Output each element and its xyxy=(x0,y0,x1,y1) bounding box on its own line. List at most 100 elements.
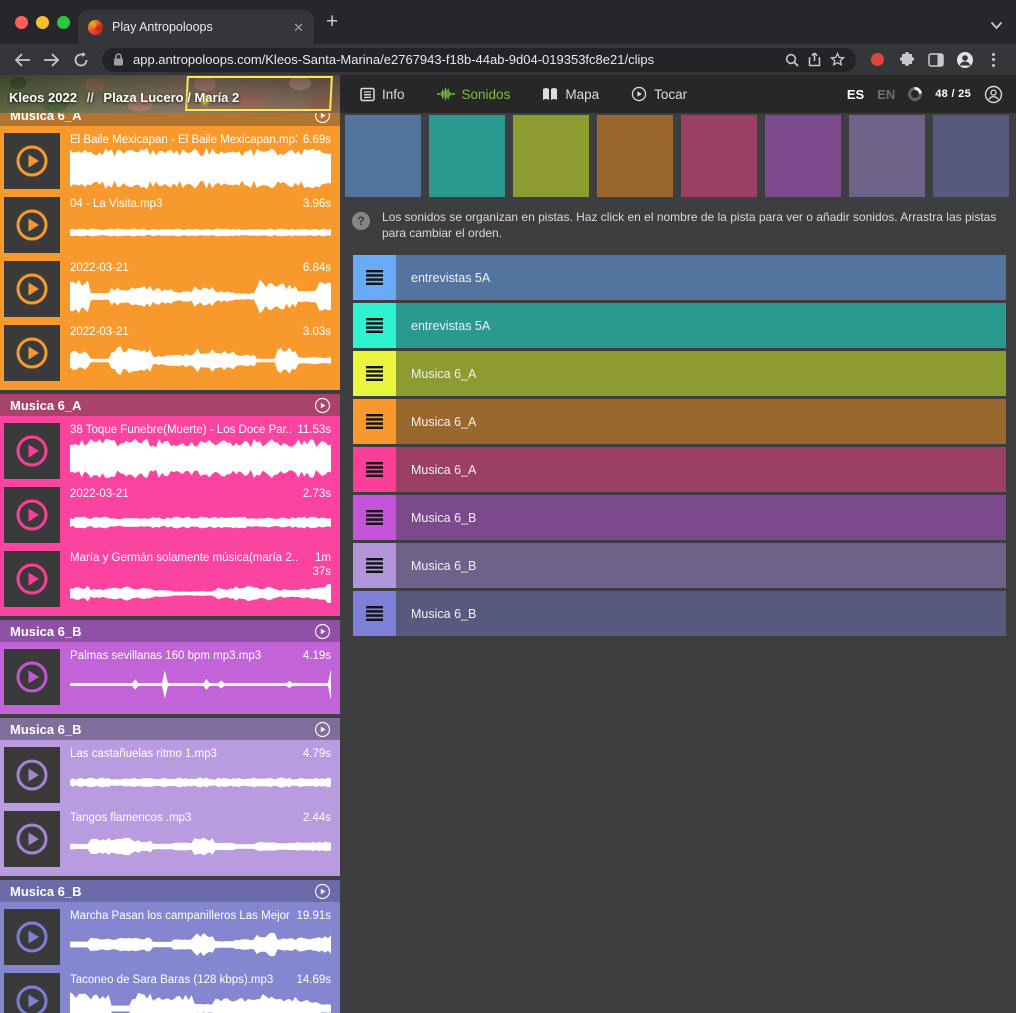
track-row[interactable]: Musica 6_B xyxy=(353,591,1006,636)
section-play-icon[interactable] xyxy=(314,113,331,124)
nav-tocar[interactable]: Tocar xyxy=(631,86,687,102)
waveform[interactable] xyxy=(70,501,331,544)
track-row[interactable]: Musica 6_A xyxy=(353,399,1006,444)
drag-handle[interactable] xyxy=(353,351,396,396)
waveform[interactable] xyxy=(70,761,331,804)
track-color-swatch[interactable] xyxy=(933,115,1009,197)
clip-play-button[interactable] xyxy=(4,811,60,867)
clip-play-button[interactable] xyxy=(4,487,60,543)
track-color-swatch[interactable] xyxy=(597,115,673,197)
drag-handle[interactable] xyxy=(353,399,396,444)
drag-handle[interactable] xyxy=(353,255,396,300)
track-color-swatch[interactable] xyxy=(345,115,421,197)
section-play-icon[interactable] xyxy=(314,721,331,738)
drag-handle[interactable] xyxy=(353,495,396,540)
clip-play-button[interactable] xyxy=(4,551,60,607)
track-row[interactable]: entrevistas 5A xyxy=(353,255,1006,300)
drag-handle[interactable] xyxy=(353,303,396,348)
breadcrumb-path[interactable]: Plaza Lucero / María 2 xyxy=(103,90,239,105)
waveform[interactable] xyxy=(70,147,331,190)
waveform[interactable] xyxy=(70,987,331,1013)
track-row[interactable]: entrevistas 5A xyxy=(353,303,1006,348)
track-color-swatch[interactable] xyxy=(513,115,589,197)
waveform[interactable] xyxy=(70,437,331,480)
track-row[interactable]: Musica 6_B xyxy=(353,495,1006,540)
clip-row: 2022-03-21 3.03s xyxy=(0,321,340,385)
sidebar-section: Musica 6_B Marcha Pasan los campanillero… xyxy=(0,880,340,1013)
clip-play-button[interactable] xyxy=(4,325,60,381)
browser-tab[interactable]: Play Antropoloops ✕ xyxy=(78,10,314,44)
clip-play-button[interactable] xyxy=(4,197,60,253)
track-bar[interactable]: entrevistas 5A xyxy=(396,255,1006,300)
extensions-puzzle-icon[interactable] xyxy=(893,47,920,73)
track-bar[interactable]: Musica 6_B xyxy=(396,591,1006,636)
track-color-swatch[interactable] xyxy=(429,115,505,197)
track-bar[interactable]: Musica 6_B xyxy=(396,543,1006,588)
section-play-icon[interactable] xyxy=(314,623,331,640)
nav-info[interactable]: Info xyxy=(360,87,405,102)
account-icon[interactable] xyxy=(984,85,1003,104)
map-thumbnail[interactable]: Kleos 2022 // Plaza Lucero / María 2 xyxy=(0,75,340,113)
reload-button[interactable] xyxy=(67,47,94,73)
section-play-icon[interactable] xyxy=(314,883,331,900)
new-tab-button[interactable]: + xyxy=(326,11,338,32)
nav-info-label: Info xyxy=(382,87,405,102)
track-row[interactable]: Musica 6_A xyxy=(353,351,1006,396)
url-bar[interactable]: app.antropoloops.com/Kleos-Santa-Marina/… xyxy=(102,48,856,72)
waveform[interactable] xyxy=(70,579,331,608)
clip-play-button[interactable] xyxy=(4,973,60,1013)
track-color-swatch[interactable] xyxy=(849,115,925,197)
waveform[interactable] xyxy=(70,825,331,868)
clip-play-button[interactable] xyxy=(4,909,60,965)
track-bar[interactable]: Musica 6_A xyxy=(396,399,1006,444)
section-header[interactable]: Musica 6_A xyxy=(0,394,340,416)
back-button[interactable] xyxy=(9,47,36,73)
waveform[interactable] xyxy=(70,211,331,254)
track-bar[interactable]: Musica 6_A xyxy=(396,351,1006,396)
clip-play-button[interactable] xyxy=(4,261,60,317)
track-row[interactable]: Musica 6_A xyxy=(353,447,1006,492)
browser-menu-icon[interactable] xyxy=(980,47,1007,73)
profile-avatar[interactable] xyxy=(951,47,978,73)
recording-indicator-icon[interactable] xyxy=(864,47,891,73)
section-header[interactable]: Musica 6_A xyxy=(0,113,340,126)
waveform[interactable] xyxy=(70,663,331,706)
section-header[interactable]: Musica 6_B xyxy=(0,718,340,740)
section-header[interactable]: Musica 6_B xyxy=(0,620,340,642)
side-panel-icon[interactable] xyxy=(922,47,949,73)
clip-play-button[interactable] xyxy=(4,133,60,189)
close-window-button[interactable] xyxy=(15,16,28,29)
lang-es-button[interactable]: ES xyxy=(847,87,864,102)
clip-play-button[interactable] xyxy=(4,747,60,803)
drag-handle[interactable] xyxy=(353,591,396,636)
waveform[interactable] xyxy=(70,275,331,318)
forward-button[interactable] xyxy=(38,47,65,73)
tab-search-chevron-icon[interactable] xyxy=(990,17,1003,35)
minimize-window-button[interactable] xyxy=(36,16,49,29)
waveform[interactable] xyxy=(70,923,331,966)
lang-en-button[interactable]: EN xyxy=(877,87,895,102)
section-header[interactable]: Musica 6_B xyxy=(0,880,340,902)
track-color-swatch[interactable] xyxy=(765,115,841,197)
breadcrumb-project[interactable]: Kleos 2022 xyxy=(9,90,77,105)
drag-handle[interactable] xyxy=(353,543,396,588)
clip-play-button[interactable] xyxy=(4,649,60,705)
drag-handle[interactable] xyxy=(353,447,396,492)
tab-close-icon[interactable]: ✕ xyxy=(293,21,304,34)
section-play-icon[interactable] xyxy=(314,397,331,414)
clip-play-button[interactable] xyxy=(4,423,60,479)
track-row[interactable]: Musica 6_B xyxy=(353,543,1006,588)
zoom-page-icon[interactable] xyxy=(785,53,799,67)
clip-duration: 6.84s xyxy=(303,261,331,275)
nav-mapa[interactable]: Mapa xyxy=(542,87,599,102)
nav-sonidos[interactable]: Sonidos xyxy=(437,87,511,102)
clip-row: El Baile Mexicapan - El Baile Mexicapan.… xyxy=(0,129,340,193)
track-bar[interactable]: entrevistas 5A xyxy=(396,303,1006,348)
track-bar[interactable]: Musica 6_A xyxy=(396,447,1006,492)
track-color-swatch[interactable] xyxy=(681,115,757,197)
bookmark-star-icon[interactable] xyxy=(830,52,845,67)
track-bar[interactable]: Musica 6_B xyxy=(396,495,1006,540)
waveform[interactable] xyxy=(70,339,331,382)
share-icon[interactable] xyxy=(808,52,821,67)
zoom-window-button[interactable] xyxy=(57,16,70,29)
